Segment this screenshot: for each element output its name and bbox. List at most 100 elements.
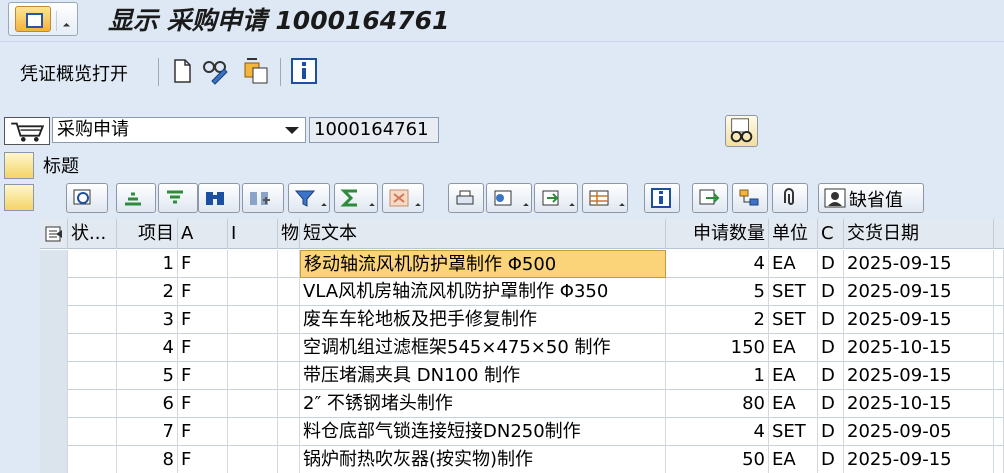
item-cell: 7 (117, 418, 178, 446)
sum-button[interactable] (334, 183, 378, 213)
info-icon[interactable] (290, 57, 318, 85)
column-header-quantity[interactable]: 申请数量 (666, 219, 769, 249)
table-row[interactable]: 8 F 锅炉耐热吹灰器(按实物)制作 50 EA D 2025-09-15 (40, 446, 1004, 473)
short-text-cell[interactable]: 料仓底部气锁连接短接DN250制作 (300, 418, 666, 446)
short-text-cell[interactable]: 2″ 不锈钢堵头制作 (300, 390, 666, 418)
table-row[interactable]: 1 F 移动轴流风机防护罩制作 Φ500 4 EA D 2025-09-15 (40, 250, 1004, 278)
binoculars-icon (206, 192, 224, 205)
doc-number-field[interactable]: 1000164761 (309, 117, 439, 143)
overflow-cell (994, 418, 1004, 446)
sort-descending-button[interactable] (158, 183, 198, 213)
c-cell: D (818, 418, 844, 446)
table-row[interactable]: 7 F 料仓底部气锁连接短接DN250制作 4 SET D 2025-09-05 (40, 418, 1004, 446)
status-cell (68, 418, 117, 446)
info-icon (651, 188, 671, 208)
views-button[interactable] (486, 183, 532, 213)
chevron-down-icon[interactable] (415, 203, 421, 209)
chevron-down-icon[interactable] (56, 11, 74, 31)
other-document-button[interactable] (725, 115, 758, 147)
unit-cell: EA (769, 362, 818, 390)
print-button[interactable] (448, 183, 484, 213)
collapse-items-icon[interactable] (4, 184, 34, 211)
row-selector[interactable] (40, 334, 68, 362)
row-selector[interactable] (40, 418, 68, 446)
a-cell: F (178, 446, 228, 473)
status-cell (68, 362, 117, 390)
short-text-cell[interactable]: 带压堵漏夹具 DN100 制作 (300, 362, 666, 390)
doc-type-select[interactable]: 采购申请 (52, 117, 306, 143)
find-button[interactable] (198, 183, 240, 213)
overflow-cell (994, 390, 1004, 418)
column-header-overflow (994, 219, 1004, 249)
sort-ascending-icon (125, 192, 141, 206)
c-cell: D (818, 446, 844, 473)
delivery-date-cell: 2025-10-15 (844, 390, 994, 418)
chevron-down-icon[interactable] (321, 203, 327, 209)
default-values-button[interactable]: 缺省值 (818, 183, 924, 213)
chevron-down-icon[interactable] (369, 203, 375, 209)
column-header-a[interactable]: A (178, 219, 228, 249)
short-text-cell[interactable]: 废车车轮地板及把手修复制作 (300, 306, 666, 334)
status-cell (68, 278, 117, 306)
page-title: 显示 采购申请 1000164761 (108, 6, 450, 35)
table-row[interactable]: 2 F VLA风机房轴流风机防护罩制作 Φ350 5 SET D 2025-09-15 (40, 278, 1004, 306)
table-row[interactable]: 6 F 2″ 不锈钢堵头制作 80 EA D 2025-10-15 (40, 390, 1004, 418)
magnifier-icon (73, 189, 91, 205)
row-selector[interactable] (40, 446, 68, 473)
display-change-icon[interactable] (202, 57, 230, 85)
overflow-cell (994, 250, 1004, 278)
row-selector[interactable] (40, 390, 68, 418)
chevron-down-icon[interactable] (619, 203, 625, 209)
row-selector[interactable] (40, 306, 68, 334)
find-next-button[interactable] (242, 183, 284, 213)
item-cell: 5 (117, 362, 178, 390)
attachment-button[interactable] (772, 183, 808, 213)
user-defaults-icon (824, 188, 846, 208)
short-text-cell[interactable]: VLA风机房轴流风机防护罩制作 Φ350 (300, 278, 666, 306)
overflow-cell (994, 334, 1004, 362)
quantity-cell: 50 (666, 446, 769, 473)
export-button[interactable] (534, 183, 578, 213)
table-row[interactable]: 5 F 带压堵漏夹具 DN100 制作 1 EA D 2025-09-15 (40, 362, 1004, 390)
short-text-cell[interactable]: 移动轴流风机防护罩制作 Φ500 (300, 250, 666, 278)
layout-button[interactable] (582, 183, 628, 213)
details-button[interactable] (66, 183, 108, 213)
unit-cell: EA (769, 390, 818, 418)
row-selector[interactable] (40, 278, 68, 306)
deselect-all-button[interactable] (732, 183, 768, 213)
table-row[interactable]: 3 F 废车车轮地板及把手修复制作 2 SET D 2025-09-15 (40, 306, 1004, 334)
table-row[interactable]: 4 F 空调机组过滤框架545×475×50 制作 150 EA D 2025-10-15 (40, 334, 1004, 362)
quantity-cell: 80 (666, 390, 769, 418)
doc-overview-button[interactable]: 凭证概览打开 (20, 60, 128, 86)
column-header-i[interactable]: I (228, 219, 278, 249)
row-selector[interactable] (40, 362, 68, 390)
column-header-item[interactable]: 项目 (117, 219, 178, 249)
column-header-material[interactable]: 物 (278, 219, 300, 249)
chevron-down-icon[interactable] (569, 203, 575, 209)
short-text-cell[interactable]: 空调机组过滤框架545×475×50 制作 (300, 334, 666, 362)
c-cell: D (818, 390, 844, 418)
column-header-short-text[interactable]: 短文本 (300, 219, 666, 249)
column-header-c[interactable]: C (818, 219, 844, 249)
expand-header-icon[interactable] (4, 152, 34, 179)
sort-ascending-button[interactable] (116, 183, 156, 213)
alv-info-button[interactable] (644, 183, 680, 213)
filter-button[interactable] (288, 183, 330, 213)
copy-icon[interactable] (242, 57, 270, 85)
overflow-cell (994, 362, 1004, 390)
column-header-delivery-date[interactable]: 交货日期 (844, 219, 994, 249)
chevron-down-icon[interactable] (523, 203, 529, 209)
new-document-icon[interactable] (168, 57, 196, 85)
export-icon (542, 190, 559, 206)
row-selector[interactable] (40, 250, 68, 278)
default-values-label: 缺省值 (849, 190, 903, 211)
chevron-down-icon[interactable] (285, 127, 299, 134)
select-all-cell[interactable] (40, 219, 68, 249)
column-header-status[interactable]: 状... (68, 219, 117, 249)
select-all-button[interactable] (692, 183, 728, 213)
item-cell: 3 (117, 306, 178, 334)
system-menu-button[interactable] (8, 2, 78, 36)
subtotal-button[interactable] (382, 183, 424, 213)
column-header-unit[interactable]: 单位 (769, 219, 818, 249)
short-text-cell[interactable]: 锅炉耐热吹灰器(按实物)制作 (300, 446, 666, 473)
